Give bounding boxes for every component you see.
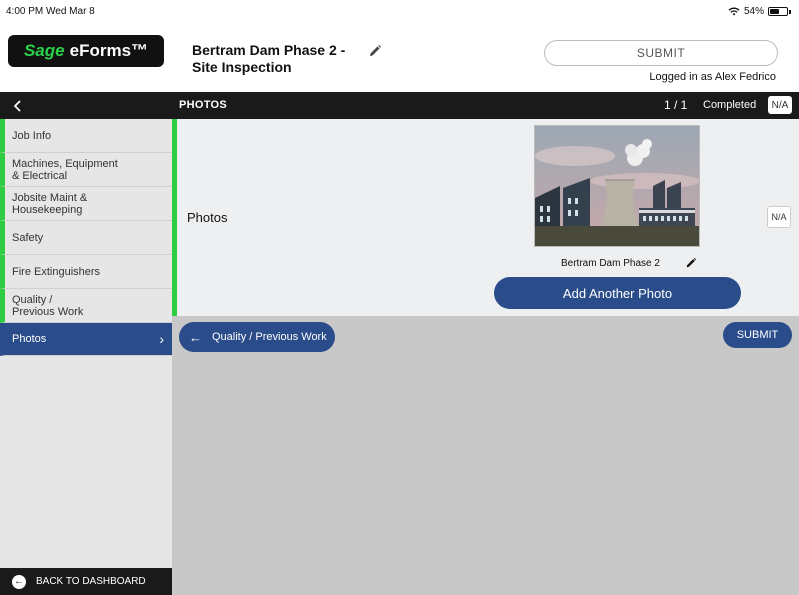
page-count: 1 / 1 [664,98,688,112]
section-title: PHOTOS [179,99,228,111]
sidebar-item-machines[interactable]: Machines, Equipment & Electrical [0,153,172,187]
section-sidebar: Job Info Machines, Equipment & Electrica… [0,119,172,568]
submit-button-bottom[interactable]: SUBMIT [723,322,792,348]
battery-percent: 54% [743,6,764,17]
back-to-dashboard-button[interactable]: ← BACK TO DASHBOARD [0,568,172,595]
section-navbar: PHOTOS 1 / 1 Completed N/A [0,92,799,119]
battery-icon [768,7,788,16]
back-chevron-icon[interactable] [10,98,26,114]
arrow-left-icon: ← [189,329,202,345]
photos-panel: Photos Bertram Dam Phase 2 Add Another P… [172,119,799,316]
photos-field-label: Photos [187,210,228,225]
photos-na-toggle[interactable]: N/A [767,206,791,228]
logged-in-user: Logged in as Alex Fedrico [649,71,776,83]
pencil-icon[interactable] [368,44,382,58]
photo-caption: Bertram Dam Phase 2 [561,258,660,269]
status-indicators: 54% [728,6,791,17]
status-time: 4:00 PM Wed Mar 8 [6,6,95,17]
sidebar-item-quality[interactable]: Quality / Previous Work [0,289,172,323]
completed-label: Completed [703,99,757,111]
photo-thumbnail[interactable] [534,125,700,247]
previous-section-button[interactable]: ← Quality / Previous Work [179,322,335,352]
sidebar-item-safety[interactable]: Safety [0,221,172,255]
sidebar-item-job-info[interactable]: Job Info [0,119,172,153]
submit-button-top[interactable]: SUBMIT [544,40,778,66]
add-another-photo-button[interactable]: Add Another Photo [494,277,741,309]
chevron-right-icon: › [159,331,164,347]
arrow-left-circle-icon: ← [12,574,26,589]
section-na-toggle[interactable]: N/A [768,96,792,114]
wifi-icon [728,7,740,16]
sidebar-item-photos[interactable]: Photos › [0,323,172,356]
app-logo: Sage eForms™ [8,35,164,67]
form-title: Bertram Dam Phase 2 - Site Inspection [192,42,346,75]
sidebar-item-fire-extinguishers[interactable]: Fire Extinguishers [0,255,172,289]
pencil-icon[interactable] [685,257,697,269]
sidebar-item-housekeeping[interactable]: Jobsite Maint & Housekeeping [0,187,172,221]
